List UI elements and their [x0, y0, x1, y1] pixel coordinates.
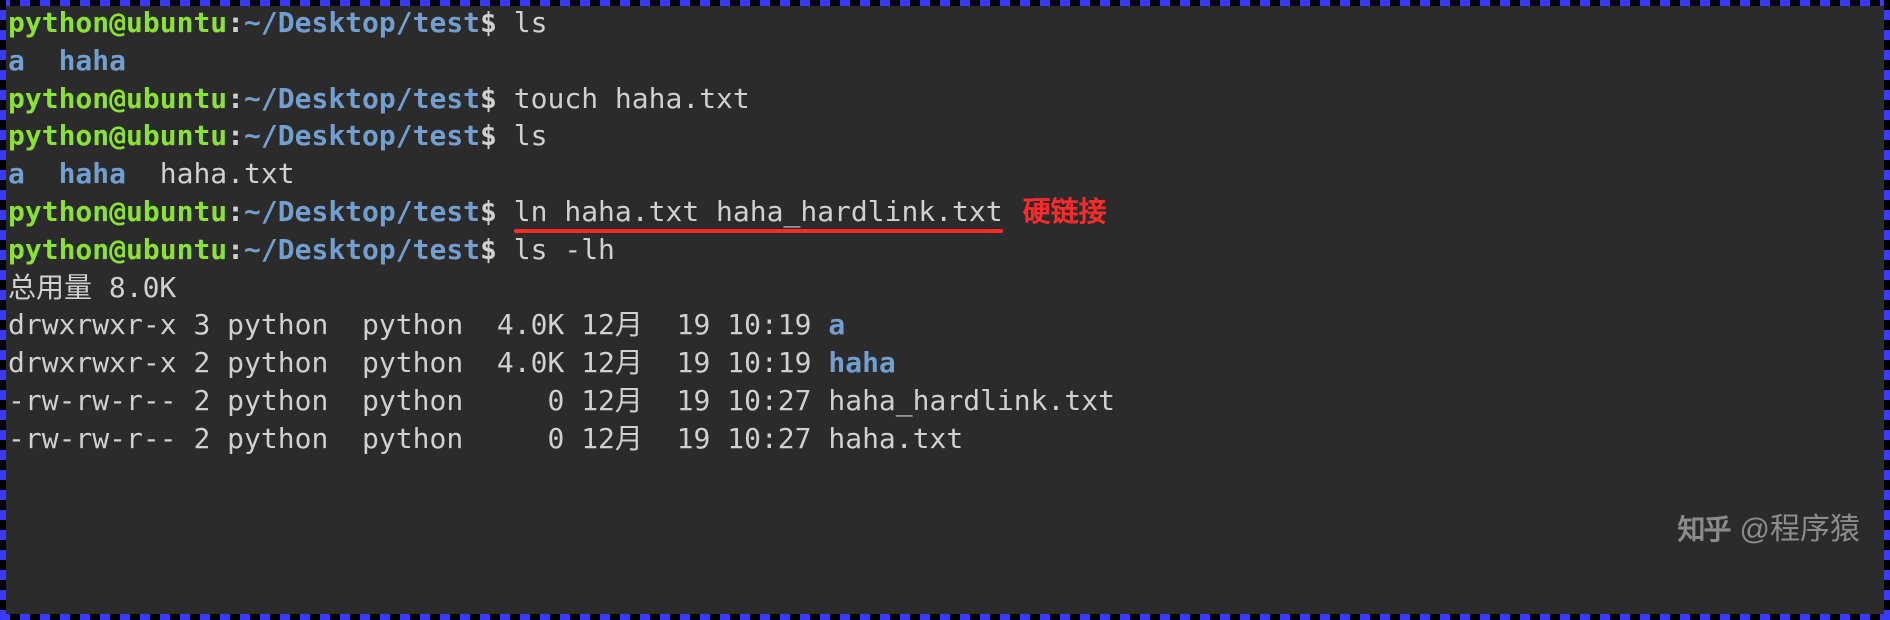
- entry-name: haha.txt: [828, 422, 963, 455]
- perm: drwxrwxr-x: [8, 308, 177, 341]
- terminal-line: a haha: [8, 42, 1882, 80]
- terminal-line: 总用量 8.0K: [8, 269, 1882, 307]
- command-text: touch haha.txt: [514, 82, 750, 115]
- terminal-line: python@ubuntu:~/Desktop/test$ ls: [8, 4, 1882, 42]
- prompt-user: python: [8, 6, 109, 39]
- dir-name: a: [8, 44, 25, 77]
- size: 4.0K: [497, 346, 564, 379]
- owner: python: [227, 384, 328, 417]
- zhihu-logo-icon: 知乎: [1678, 511, 1730, 549]
- prompt-colon: :: [227, 6, 244, 39]
- prompt-symbol: $: [480, 6, 497, 39]
- command-text: ls -lh: [514, 233, 615, 266]
- owner: python: [227, 346, 328, 379]
- prompt-at: @: [109, 6, 126, 39]
- entry-name: a: [828, 308, 845, 341]
- annotation-underline: [514, 229, 1003, 233]
- command-text: ln haha.txt haha_hardlink.txt: [514, 195, 1003, 228]
- terminal-line: python@ubuntu:~/Desktop/test$ ln haha.tx…: [8, 193, 1882, 231]
- watermark-text: @程序猿: [1740, 510, 1860, 551]
- owner: python: [227, 422, 328, 455]
- dir-name: haha: [59, 157, 126, 190]
- perm: -rw-rw-r--: [8, 422, 177, 455]
- dir-name: a: [8, 157, 25, 190]
- links: 2: [193, 422, 210, 455]
- command-text: ls: [514, 6, 548, 39]
- terminal-line: a haha haha.txt: [8, 155, 1882, 193]
- links: 2: [193, 384, 210, 417]
- output-text: 总用量 8.0K: [8, 271, 176, 304]
- links: 2: [193, 346, 210, 379]
- size: 0: [497, 384, 564, 417]
- terminal-line: python@ubuntu:~/Desktop/test$ touch haha…: [8, 80, 1882, 118]
- group: python: [362, 346, 463, 379]
- group: python: [362, 384, 463, 417]
- size: 0: [497, 422, 564, 455]
- ls-row: -rw-rw-r-- 2 python python 0 12月 19 10:2…: [8, 382, 1882, 420]
- terminal-line: python@ubuntu:~/Desktop/test$ ls: [8, 117, 1882, 155]
- date: 12月 19 10:27: [581, 422, 811, 455]
- command-text: ls: [514, 119, 548, 152]
- prompt-host: ubuntu: [126, 6, 227, 39]
- annotated-command: ln haha.txt haha_hardlink.txt: [514, 193, 1003, 231]
- entry-name: haha: [828, 346, 895, 379]
- perm: -rw-rw-r--: [8, 384, 177, 417]
- perm: drwxrwxr-x: [8, 346, 177, 379]
- date: 12月 19 10:19: [581, 308, 811, 341]
- file-name: haha.txt: [160, 157, 295, 190]
- ls-row: drwxrwxr-x 3 python python 4.0K 12月 19 1…: [8, 306, 1882, 344]
- watermark: 知乎 @程序猿: [1678, 510, 1860, 551]
- owner: python: [227, 308, 328, 341]
- terminal-line: python@ubuntu:~/Desktop/test$ ls -lh: [8, 231, 1882, 269]
- date: 12月 19 10:27: [581, 384, 811, 417]
- annotation-label: 硬链接: [1023, 196, 1107, 227]
- ls-row: drwxrwxr-x 2 python python 4.0K 12月 19 1…: [8, 344, 1882, 382]
- ls-row: -rw-rw-r-- 2 python python 0 12月 19 10:2…: [8, 420, 1882, 458]
- dir-name: haha: [59, 44, 126, 77]
- size: 4.0K: [497, 308, 564, 341]
- group: python: [362, 422, 463, 455]
- prompt-path: ~/Desktop/test: [244, 6, 480, 39]
- links: 3: [193, 308, 210, 341]
- terminal-window[interactable]: python@ubuntu:~/Desktop/test$ ls a haha …: [0, 0, 1890, 462]
- entry-name: haha_hardlink.txt: [828, 384, 1115, 417]
- group: python: [362, 308, 463, 341]
- date: 12月 19 10:19: [581, 346, 811, 379]
